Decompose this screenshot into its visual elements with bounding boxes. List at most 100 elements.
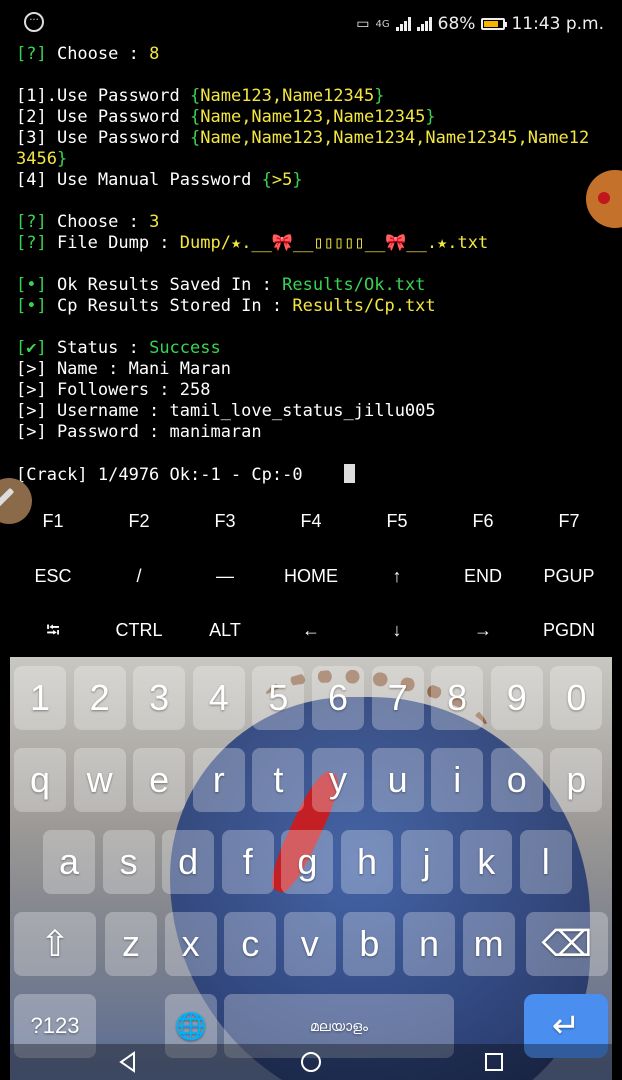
terminal-text: Status : — [46, 338, 150, 358]
key-j[interactable]: j — [400, 830, 453, 894]
terminal-line: [?] Choose : 3 — [16, 212, 612, 233]
extra-key-row1-6[interactable]: F7 — [526, 494, 612, 548]
extra-key-row2-2[interactable]: — — [182, 549, 268, 603]
key-5[interactable]: 5 — [252, 666, 305, 730]
extra-key-row1-4[interactable]: F5 — [354, 494, 440, 548]
extra-key-row1-1[interactable]: F2 — [96, 494, 182, 548]
extra-key-row2-4[interactable]: ↑ — [354, 549, 440, 603]
signal-icon — [395, 17, 411, 31]
key-q[interactable]: q — [14, 748, 66, 812]
extra-key-row2-6[interactable]: PGUP — [526, 549, 612, 603]
terminal-line: [3] Use Password {Name,Name123,Name1234,… — [16, 128, 612, 149]
terminal-text: Results/Cp.txt — [292, 296, 436, 316]
key-4[interactable]: 4 — [192, 666, 245, 730]
key-x[interactable]: x — [164, 912, 217, 976]
extra-key-row2-3[interactable]: HOME — [268, 549, 354, 603]
key-0[interactable]: 0 — [550, 666, 603, 730]
status-icons: ▭ 4G 68% 11:43 p.m. — [356, 12, 604, 36]
key-p[interactable]: p — [550, 748, 603, 812]
key-7[interactable]: 7 — [371, 666, 424, 730]
terminal-text: [?] — [16, 212, 47, 232]
home-icon[interactable] — [299, 1050, 323, 1074]
terminal-text: { — [190, 86, 201, 106]
key-2[interactable]: 2 — [73, 666, 126, 730]
extra-key-row1-2[interactable]: F3 — [182, 494, 268, 548]
terminal-line: 3456} — [16, 149, 612, 170]
signal-2-icon — [416, 17, 432, 31]
terminal-text: } — [292, 170, 303, 190]
key-t[interactable]: t — [252, 748, 305, 812]
terminal-text: [>] Name : Mani Maran — [16, 359, 231, 379]
key-y[interactable]: y — [312, 748, 364, 812]
key-6[interactable]: 6 — [312, 666, 364, 730]
key-f[interactable]: f — [221, 830, 274, 894]
key-m[interactable]: m — [462, 912, 515, 976]
key-b[interactable]: b — [343, 912, 396, 976]
battery-icon — [481, 18, 508, 30]
extra-key-row2-0[interactable]: ESC — [10, 549, 96, 603]
extra-key-row3-2[interactable]: ALT — [182, 603, 268, 657]
key-s[interactable]: s — [102, 830, 155, 894]
terminal-text: [✔] — [16, 338, 47, 358]
extra-key-row3-5[interactable]: → — [440, 603, 526, 657]
extra-key-row3-0[interactable]: ⭾ — [10, 603, 96, 657]
terminal-text: Name123,Name12345 — [200, 86, 375, 106]
extra-keys-row-2: ESC / — HOME ↑ END PGUP — [10, 549, 612, 603]
key-r[interactable]: r — [192, 748, 245, 812]
recents-icon[interactable] — [482, 1050, 506, 1074]
terminal-text: File Dump : — [46, 233, 180, 253]
key-i[interactable]: i — [431, 748, 484, 812]
clock: 11:43 p.m. — [511, 14, 604, 34]
key-h[interactable]: h — [341, 830, 393, 894]
backspace-key[interactable]: ⌫ — [526, 912, 608, 976]
key-3[interactable]: 3 — [133, 666, 186, 730]
terminal-text: [1].Use Password — [16, 86, 190, 106]
key-g[interactable]: g — [281, 830, 334, 894]
key-1[interactable]: 1 — [14, 666, 66, 730]
shift-key[interactable]: ⇧ — [14, 912, 96, 976]
key-w[interactable]: w — [73, 748, 126, 812]
key-k[interactable]: k — [460, 830, 513, 894]
terminal-line: [>] Name : Mani Maran — [16, 359, 612, 380]
extra-key-row3-3[interactable]: ← — [268, 603, 354, 657]
key-n[interactable]: n — [403, 912, 455, 976]
terminal-line: [•] Ok Results Saved In : Results/Ok.txt — [16, 275, 612, 296]
terminal-text: } — [425, 107, 436, 127]
extra-keys-row-3: ⭾ CTRL ALT ← ↓ → PGDN — [10, 603, 612, 657]
key-l[interactable]: l — [519, 830, 572, 894]
terminal-text: } — [374, 86, 385, 106]
terminal-line: [✔] Status : Success — [16, 338, 612, 359]
terminal-text: [>] Followers : 258 — [16, 380, 211, 400]
key-z[interactable]: z — [105, 912, 157, 976]
extra-key-row3-1[interactable]: CTRL — [96, 603, 182, 657]
key-o[interactable]: o — [490, 748, 543, 812]
terminal-output[interactable]: [?] Choose : 8 [1].Use Password {Name123,… — [16, 44, 612, 485]
extra-key-row1-5[interactable]: F6 — [440, 494, 526, 548]
extra-key-row2-1[interactable]: / — [96, 549, 182, 603]
terminal-text: [2] Use Password — [16, 107, 190, 127]
key-8[interactable]: 8 — [431, 666, 484, 730]
key-c[interactable]: c — [224, 912, 277, 976]
extra-key-row3-6[interactable]: PGDN — [526, 603, 612, 657]
key-d[interactable]: d — [162, 830, 215, 894]
keyboard-row-1: qwertyuiop — [10, 742, 612, 822]
terminal-text: [3] Use Password — [16, 128, 190, 148]
key-v[interactable]: v — [283, 912, 336, 976]
terminal-text: { — [190, 128, 201, 148]
terminal-text: [>] Password : manimaran — [16, 422, 262, 442]
extra-key-row1-3[interactable]: F4 — [268, 494, 354, 548]
keyboard-row-2: asdfghjkl — [10, 824, 612, 904]
key-a[interactable]: a — [43, 830, 95, 894]
terminal-text: >5 — [271, 170, 293, 190]
soft-keyboard: 1234567890 qwertyuiop asdfghjkl ⇧ z x c v b n m… — [10, 657, 612, 1080]
extra-key-row2-5[interactable]: END — [440, 549, 526, 603]
extra-key-row3-4[interactable]: ↓ — [354, 603, 440, 657]
key-u[interactable]: u — [371, 748, 424, 812]
key-e[interactable]: e — [133, 748, 186, 812]
back-icon[interactable] — [116, 1050, 140, 1074]
extra-key-row1-0[interactable]: F1 — [10, 494, 96, 548]
key-9[interactable]: 9 — [490, 666, 543, 730]
